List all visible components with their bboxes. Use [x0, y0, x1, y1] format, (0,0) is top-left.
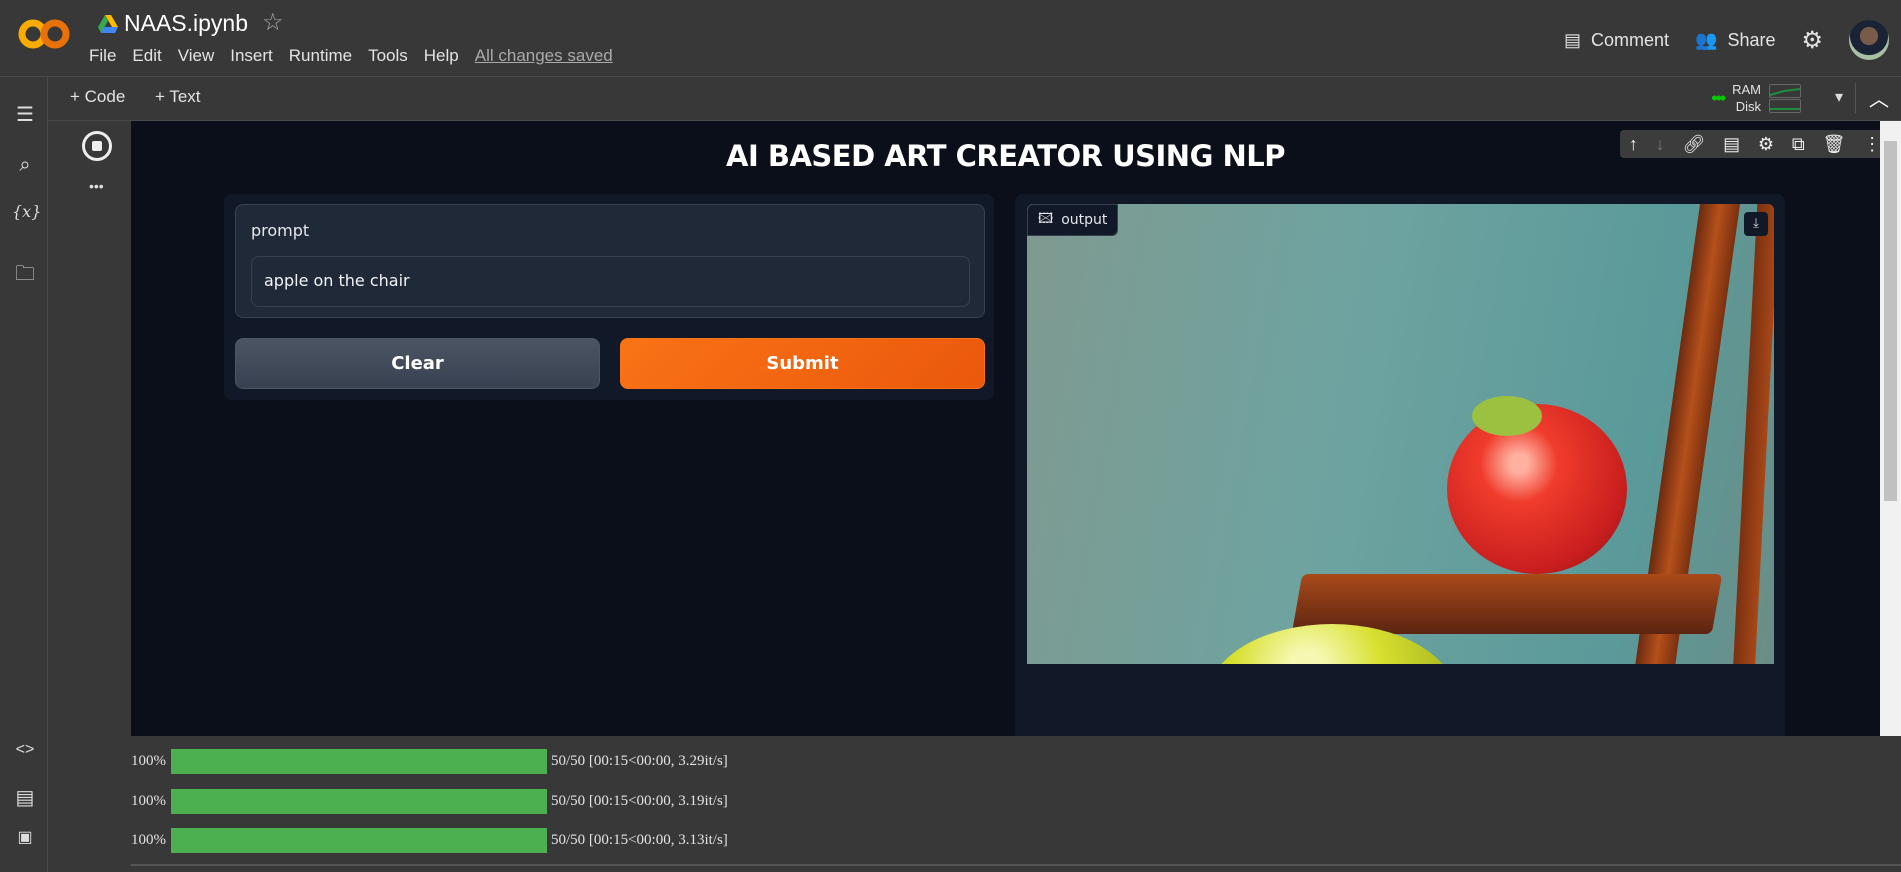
prompt-input[interactable]: apple on the chair: [251, 256, 970, 307]
progress-fill: [171, 789, 547, 814]
mirror-cell-icon[interactable]: ⧉: [1792, 134, 1805, 155]
output-label-text: output: [1061, 212, 1108, 228]
notebook-name[interactable]: NAAS.ipynb: [124, 10, 248, 37]
progress-percent: 100%: [131, 793, 166, 809]
comment-button[interactable]: ▤ Comment: [1564, 30, 1669, 51]
delete-icon[interactable]: 🗑︎: [1822, 134, 1845, 155]
share-label: Share: [1727, 29, 1776, 50]
menu-help[interactable]: Help: [424, 46, 459, 66]
app-title: AI BASED ART CREATOR USING NLP: [726, 139, 1285, 173]
progress-info: 50/50 [00:15<00:00, 3.13it/s]: [551, 832, 728, 848]
stop-cell-button[interactable]: [82, 131, 112, 161]
chair-post: [1732, 204, 1774, 664]
menu-edit[interactable]: Edit: [132, 46, 161, 66]
input-panel: prompt apple on the chair Clear Submit: [224, 194, 994, 400]
cell-gutter: [48, 121, 131, 736]
comment-cell-icon[interactable]: ▤: [1723, 134, 1740, 155]
progress-bar: [171, 789, 547, 814]
progress-info: 50/50 [00:15<00:00, 3.29it/s]: [551, 753, 728, 769]
ram-label: RAM: [1732, 82, 1761, 97]
settings-icon[interactable]: ⚙: [1758, 134, 1774, 155]
stop-icon: [92, 141, 102, 151]
folder-icon[interactable]: 🗀: [12, 259, 38, 293]
progress-row: 100% 50/50 [00:15<00:00, 3.19it/s]: [131, 789, 728, 814]
notebook-title[interactable]: NAAS.ipynb: [98, 10, 248, 37]
divider: [1855, 83, 1856, 113]
terminal-icon[interactable]: ▣: [12, 827, 38, 847]
collapse-chevron-up-icon[interactable]: ︿: [1869, 83, 1889, 112]
cell-toolbar: ↑ ↓ 🔗︎ ▤ ⚙ ⧉ 🗑︎ ⋮: [1620, 130, 1890, 158]
header-bar: NAAS.ipynb ☆ File Edit View Insert Runti…: [0, 0, 1901, 77]
submit-button[interactable]: Submit: [620, 338, 985, 389]
scrollbar-thumb[interactable]: [1884, 141, 1897, 501]
runtime-dropdown-icon[interactable]: ▾: [1835, 87, 1843, 107]
apple-top: [1472, 396, 1542, 436]
menu-view[interactable]: View: [178, 46, 215, 66]
menu-insert[interactable]: Insert: [230, 46, 273, 66]
variables-icon[interactable]: {x}: [12, 202, 41, 221]
save-status-link[interactable]: All changes saved: [475, 46, 613, 66]
progress-bar: [171, 828, 547, 853]
more-options-icon[interactable]: •••: [89, 178, 104, 194]
connected-icon: •••: [1711, 87, 1726, 108]
menu-file[interactable]: File: [89, 46, 116, 66]
people-icon: 👥: [1695, 29, 1718, 50]
output-image: 🖾 output ⤓: [1027, 204, 1774, 664]
add-text-button[interactable]: + Text: [155, 87, 201, 107]
download-button[interactable]: ⤓: [1744, 212, 1768, 236]
gear-icon[interactable]: ⚙: [1801, 26, 1823, 55]
avatar[interactable]: [1849, 20, 1889, 60]
progress-fill: [171, 828, 547, 853]
scrollbar[interactable]: [1880, 121, 1901, 736]
disk-label: Disk: [1735, 99, 1761, 114]
comment-label: Comment: [1590, 29, 1670, 50]
move-up-icon[interactable]: ↑: [1629, 134, 1638, 155]
header-actions: ▤ Comment 👥 Share ⚙: [1564, 20, 1901, 60]
command-palette-icon[interactable]: ▤: [12, 785, 38, 810]
share-button[interactable]: 👥 Share: [1695, 30, 1775, 51]
progress-percent: 100%: [131, 753, 166, 769]
menu-bar: File Edit View Insert Runtime Tools Help…: [89, 46, 613, 66]
code-snippets-icon[interactable]: <>: [12, 741, 38, 759]
progress-fill: [171, 749, 547, 774]
menu-runtime[interactable]: Runtime: [289, 46, 352, 66]
output-panel: 🖾 output ⤓: [1015, 194, 1785, 736]
cell-output: AI BASED ART CREATOR USING NLP prompt ap…: [131, 121, 1880, 736]
drive-icon: [98, 14, 118, 33]
menu-tools[interactable]: Tools: [368, 46, 408, 66]
progress-row: 100% 50/50 [00:15<00:00, 3.13it/s]: [131, 828, 728, 853]
add-code-button[interactable]: + Code: [70, 87, 125, 107]
colab-logo-icon[interactable]: [16, 16, 72, 52]
prompt-block: prompt apple on the chair: [235, 204, 985, 318]
output-label: 🖾 output: [1027, 204, 1119, 236]
table-of-contents-icon[interactable]: ☰: [12, 102, 38, 127]
move-down-icon[interactable]: ↓: [1656, 134, 1665, 155]
image-icon: 🖾: [1038, 211, 1054, 227]
more-vert-icon[interactable]: ⋮: [1863, 134, 1881, 155]
red-apple: [1447, 404, 1627, 574]
progress-output: 100% 50/50 [00:15<00:00, 3.29it/s] 100% 50…: [131, 736, 1901, 866]
star-icon[interactable]: ☆: [262, 8, 284, 37]
search-icon[interactable]: ⌕: [12, 154, 38, 177]
comment-icon: ▤: [1563, 29, 1581, 50]
progress-bar: [171, 749, 547, 774]
notebook-toolbar: + Code + Text ••• RAM Disk ▾ ︿: [48, 77, 1901, 121]
ram-graph: [1769, 83, 1801, 98]
left-sidebar: ☰ ⌕ {x} 🗀 <> ▤ ▣: [0, 77, 48, 872]
clear-button[interactable]: Clear: [235, 338, 600, 389]
progress-percent: 100%: [131, 832, 166, 848]
progress-info: 50/50 [00:15<00:00, 3.19it/s]: [551, 793, 728, 809]
prompt-label: prompt: [251, 221, 310, 240]
resources-indicator[interactable]: ••• RAM Disk: [1711, 81, 1801, 115]
progress-row: 100% 50/50 [00:15<00:00, 3.29it/s]: [131, 749, 728, 774]
link-icon[interactable]: 🔗︎: [1682, 134, 1705, 155]
disk-graph: [1769, 98, 1801, 113]
